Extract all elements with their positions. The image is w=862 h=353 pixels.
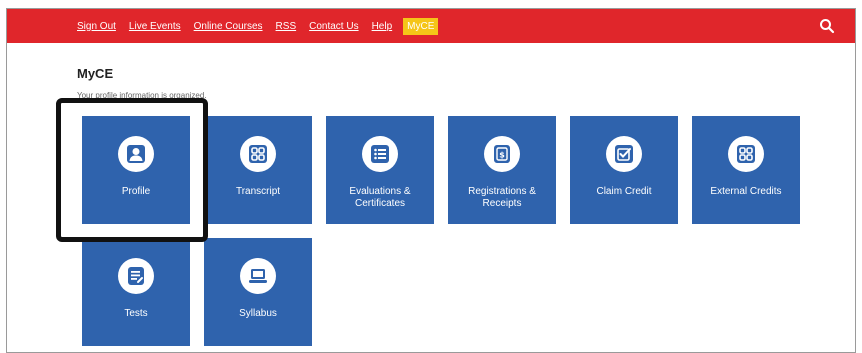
nav-online-courses[interactable]: Online Courses	[192, 18, 265, 35]
nav-myce[interactable]: MyCE	[403, 17, 439, 35]
receipt-icon: $	[484, 136, 520, 172]
nav-live-events[interactable]: Live Events	[127, 18, 183, 35]
grid-icon	[728, 136, 764, 172]
tile-label: Claim Credit	[596, 186, 652, 197]
list-icon	[362, 136, 398, 172]
tile-label: External Credits	[710, 186, 782, 197]
tile-label: Syllabus	[239, 308, 277, 319]
tile-external-credits[interactable]: External Credits	[692, 116, 800, 224]
tile-evaluations-certificates[interactable]: Evaluations & Certificates	[326, 116, 434, 224]
page-title: MyCE	[77, 66, 114, 81]
tile-claim-credit[interactable]: Claim Credit	[570, 116, 678, 224]
nav-links: Sign Out Live Events Online Courses RSS …	[75, 9, 447, 43]
tile-label: Evaluations & Certificates	[349, 186, 411, 209]
tile-label: Transcript	[235, 186, 281, 197]
tile-registrations-receipts[interactable]: $ Registrations & Receipts	[448, 116, 556, 224]
search-icon[interactable]	[819, 18, 835, 34]
tile-syllabus[interactable]: Syllabus	[204, 238, 312, 346]
user-icon	[118, 136, 154, 172]
laptop-icon	[240, 258, 276, 294]
checkbox-icon	[606, 136, 642, 172]
tile-label: Registrations & Receipts	[468, 186, 536, 209]
page-subtitle: Your profile information is organized.	[77, 91, 207, 100]
tile-label: Profile	[121, 186, 151, 197]
nav-sign-out[interactable]: Sign Out	[75, 18, 118, 35]
document-icon	[118, 258, 154, 294]
grid-icon	[240, 136, 276, 172]
tile-profile[interactable]: Profile	[82, 116, 190, 224]
svg-text:$: $	[499, 151, 505, 160]
nav-help[interactable]: Help	[370, 18, 395, 35]
nav-rss[interactable]: RSS	[274, 18, 299, 35]
tile-label: Tests	[124, 308, 148, 319]
tile-tests[interactable]: Tests	[82, 238, 190, 346]
top-nav-bar: Sign Out Live Events Online Courses RSS …	[7, 9, 855, 43]
nav-contact-us[interactable]: Contact Us	[307, 18, 360, 35]
tile-transcript[interactable]: Transcript	[204, 116, 312, 224]
